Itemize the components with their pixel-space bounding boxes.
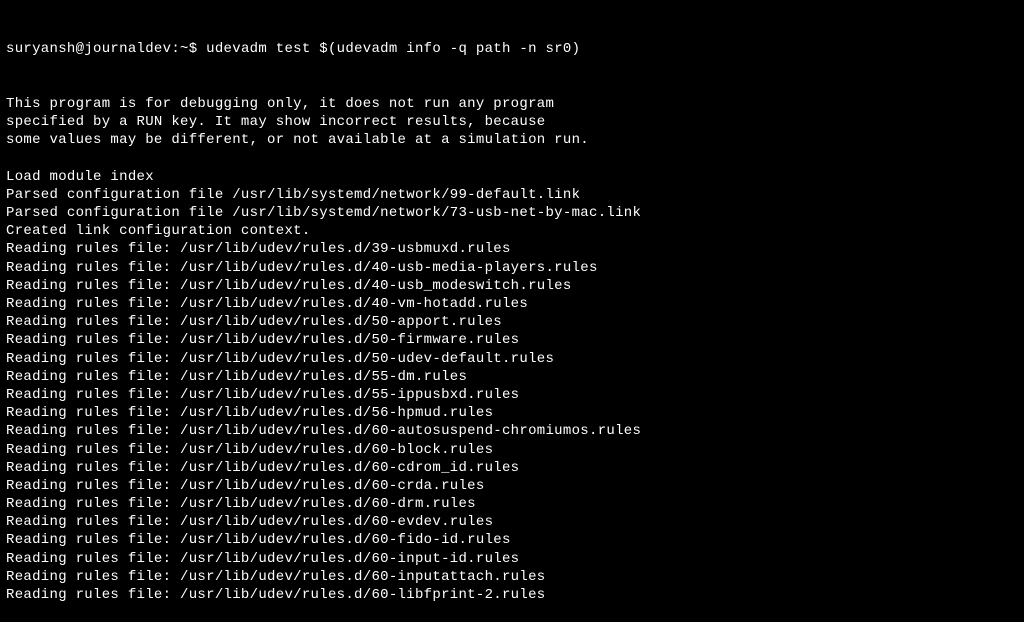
output-line: Reading rules file: /usr/lib/udev/rules.…: [6, 313, 1018, 331]
output-line: Reading rules file: /usr/lib/udev/rules.…: [6, 422, 1018, 440]
output-line: Parsed configuration file /usr/lib/syste…: [6, 186, 1018, 204]
output-line: Reading rules file: /usr/lib/udev/rules.…: [6, 441, 1018, 459]
output-line: Reading rules file: /usr/lib/udev/rules.…: [6, 331, 1018, 349]
output-line: some values may be different, or not ava…: [6, 131, 1018, 149]
output-line: Created link configuration context.: [6, 222, 1018, 240]
output-line: [6, 150, 1018, 168]
prompt-path: ~: [180, 41, 189, 57]
output-line: Reading rules file: /usr/lib/udev/rules.…: [6, 404, 1018, 422]
output-line: This program is for debugging only, it d…: [6, 95, 1018, 113]
output-line: Reading rules file: /usr/lib/udev/rules.…: [6, 368, 1018, 386]
output-line: Reading rules file: /usr/lib/udev/rules.…: [6, 568, 1018, 586]
command-text: udevadm test $(udevadm info -q path -n s…: [206, 41, 580, 57]
output-line: Parsed configuration file /usr/lib/syste…: [6, 204, 1018, 222]
output-line: Reading rules file: /usr/lib/udev/rules.…: [6, 295, 1018, 313]
prompt-symbol: $: [189, 41, 198, 57]
prompt-user-host: suryansh@journaldev: [6, 41, 171, 57]
output-line: Reading rules file: /usr/lib/udev/rules.…: [6, 586, 1018, 604]
output-line: Reading rules file: /usr/lib/udev/rules.…: [6, 240, 1018, 258]
output-line: Load module index: [6, 168, 1018, 186]
output-line: Reading rules file: /usr/lib/udev/rules.…: [6, 350, 1018, 368]
output-line: Reading rules file: /usr/lib/udev/rules.…: [6, 531, 1018, 549]
output-line: specified by a RUN key. It may show inco…: [6, 113, 1018, 131]
output-line: Reading rules file: /usr/lib/udev/rules.…: [6, 386, 1018, 404]
output-line: Reading rules file: /usr/lib/udev/rules.…: [6, 459, 1018, 477]
prompt-line: suryansh@journaldev:~$ udevadm test $(ud…: [6, 40, 1018, 58]
output-line: Reading rules file: /usr/lib/udev/rules.…: [6, 277, 1018, 295]
output-line: Reading rules file: /usr/lib/udev/rules.…: [6, 513, 1018, 531]
output-line: Reading rules file: /usr/lib/udev/rules.…: [6, 495, 1018, 513]
output-line: Reading rules file: /usr/lib/udev/rules.…: [6, 259, 1018, 277]
terminal-window[interactable]: suryansh@journaldev:~$ udevadm test $(ud…: [6, 4, 1018, 622]
prompt-separator: :: [171, 41, 180, 57]
terminal-output: This program is for debugging only, it d…: [6, 95, 1018, 604]
output-line: Reading rules file: /usr/lib/udev/rules.…: [6, 550, 1018, 568]
output-line: Reading rules file: /usr/lib/udev/rules.…: [6, 477, 1018, 495]
